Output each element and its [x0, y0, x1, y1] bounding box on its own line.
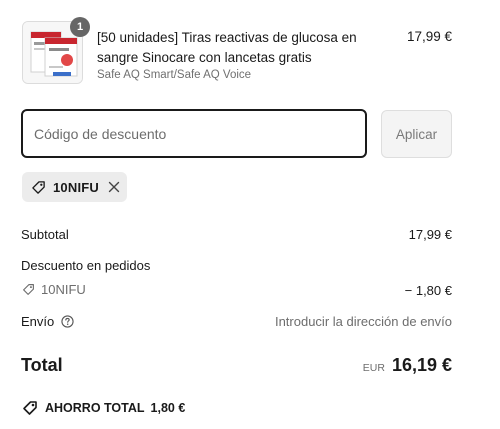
tag-icon — [23, 401, 37, 415]
quantity-badge: 1 — [70, 17, 90, 37]
help-icon[interactable] — [61, 315, 74, 328]
shipping-label: Envío — [21, 314, 74, 329]
total-amount-group: EUR 16,19 € — [363, 355, 452, 376]
product-price: 17,99 € — [406, 29, 452, 44]
subtotal-label: Subtotal — [21, 227, 69, 242]
currency-code: EUR — [362, 362, 385, 374]
order-discount-code-text: 10NIFU — [41, 282, 86, 297]
shipping-label-text: Envío — [21, 314, 55, 329]
tag-icon — [32, 180, 45, 194]
order-discount-label: Descuento en pedidos — [21, 258, 151, 273]
savings-value: 1,80 € — [150, 401, 186, 415]
applied-discount-code: 10NIFU — [53, 179, 99, 195]
close-icon[interactable] — [108, 181, 120, 193]
apply-discount-button[interactable]: Aplicar — [381, 110, 452, 158]
product-title: [50 unidades] Tiras reactivas de glucosa… — [97, 30, 357, 65]
subtotal-value: 17,99 € — [408, 227, 452, 242]
applied-discount-chip: 10NIFU — [22, 172, 127, 202]
shipping-value: Introducir la dirección de envío — [274, 314, 452, 329]
savings-label: AHORRO TOTAL — [45, 401, 145, 415]
order-discount-code: 10NIFU — [22, 282, 86, 297]
product-variant: Safe AQ Smart/Safe AQ Voice — [97, 69, 252, 81]
tag-icon — [23, 284, 34, 295]
total-label: Total — [21, 355, 63, 375]
total-savings: AHORRO TOTAL 1,80 € — [22, 400, 185, 416]
total-value: 16,19 € — [391, 355, 452, 375]
line-item: 1 [50 unidades] Tiras reactivas de gluco… — [22, 17, 452, 87]
discount-code-input[interactable] — [21, 109, 367, 158]
order-discount-value: − 1,80 € — [404, 283, 452, 298]
